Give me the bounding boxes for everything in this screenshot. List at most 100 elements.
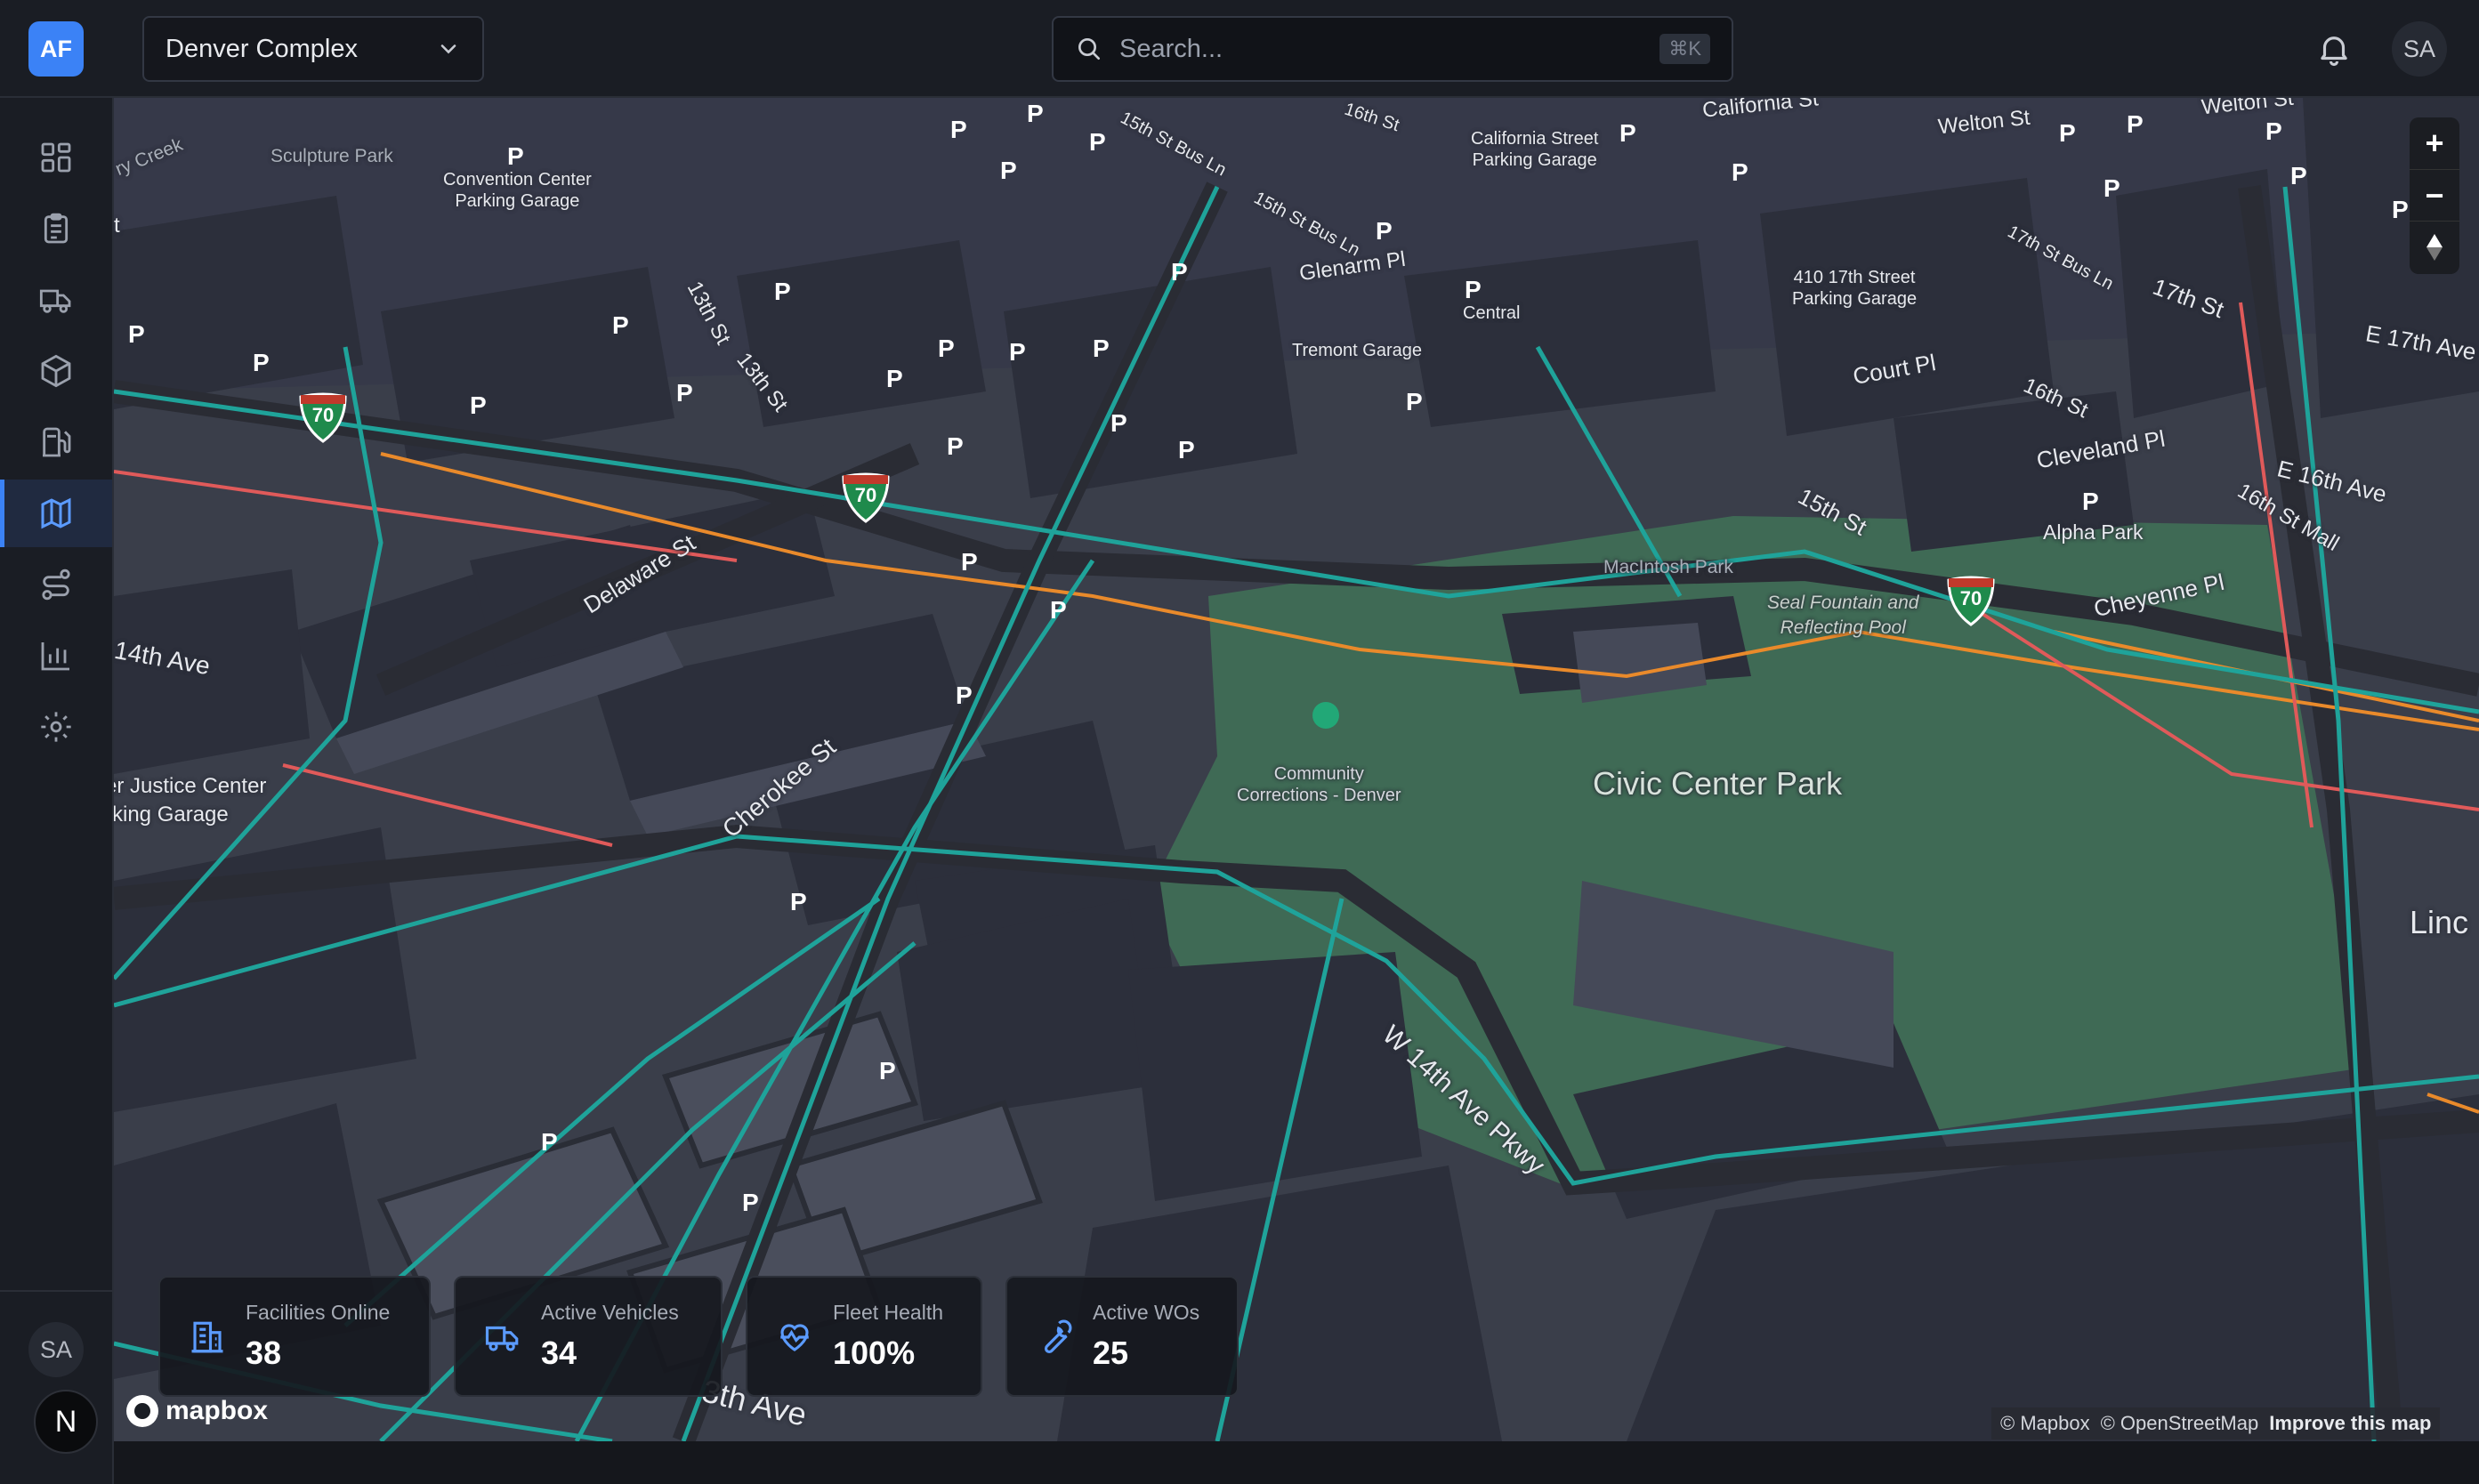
parking-marker[interactable]: P [2082, 488, 2099, 516]
parking-marker[interactable]: P [470, 391, 487, 420]
search-shortcut-badge: ⌘K [1659, 34, 1710, 64]
sidebar-item-dashboard[interactable] [0, 124, 112, 191]
user-avatar[interactable]: SA [2392, 21, 2447, 77]
mapbox-logo[interactable]: mapbox [126, 1393, 268, 1429]
package-icon [41, 354, 71, 388]
stat-card-vehicles[interactable]: Active Vehicles 34 [454, 1276, 723, 1397]
stat-value: 25 [1093, 1335, 1129, 1371]
mapbox-logo-text: mapbox [166, 1396, 269, 1425]
sidebar: SA N [0, 98, 114, 1484]
search-bar[interactable]: Search... ⌘K [1052, 16, 1733, 82]
parking-marker[interactable]: P [2059, 119, 2076, 148]
zoom-controls: + − [2410, 117, 2459, 274]
sidebar-item-inventory[interactable] [0, 337, 112, 405]
stat-value: 38 [246, 1335, 282, 1371]
parking-marker[interactable]: P [879, 1057, 896, 1085]
parking-marker[interactable]: P [507, 142, 524, 171]
sidebar-item-routes[interactable] [0, 551, 112, 618]
parking-marker[interactable]: P [1009, 338, 1026, 367]
stat-label: Facilities Online [246, 1301, 391, 1324]
parking-marker[interactable]: P [1093, 335, 1110, 363]
map-label-410-garage: 410 17th Street Parking Garage [1792, 268, 1918, 309]
stat-card-work-orders[interactable]: Active WOs 25 [1005, 1276, 1239, 1397]
sidebar-user-avatar[interactable]: SA [28, 1322, 84, 1377]
parking-marker[interactable]: P [541, 1128, 558, 1157]
brand-logo[interactable]: AF [28, 21, 84, 77]
parking-marker[interactable]: P [1000, 157, 1017, 185]
site-selector-value: Denver Complex [166, 34, 358, 63]
parking-marker[interactable]: P [1027, 100, 1044, 128]
sidebar-item-map[interactable] [0, 480, 112, 547]
parking-marker[interactable]: P [947, 432, 964, 461]
attribution-mapbox[interactable]: © Mapbox [2000, 1412, 2090, 1435]
parking-marker[interactable]: P [128, 320, 145, 349]
attribution-osm[interactable]: © OpenStreetMap [2101, 1412, 2259, 1435]
parking-marker[interactable]: P [612, 311, 629, 340]
parking-marker[interactable]: P [2104, 174, 2120, 203]
stat-card-fleet-health[interactable]: Fleet Health 100% [746, 1276, 982, 1397]
parking-marker[interactable]: P [2265, 117, 2282, 146]
map-label-convention-center: Convention Center Parking Garage [443, 170, 592, 211]
dashboard-icon [41, 142, 71, 173]
dev-badge[interactable]: N [34, 1390, 98, 1454]
parking-marker[interactable]: P [790, 888, 807, 916]
parking-marker[interactable]: P [1089, 128, 1106, 157]
parking-marker[interactable]: P [950, 116, 967, 144]
stat-value: 100% [833, 1335, 916, 1371]
stat-label: Active WOs [1093, 1301, 1200, 1324]
heart-pulse-icon [780, 1324, 809, 1351]
bell-icon[interactable] [2315, 28, 2353, 69]
stat-card-facilities[interactable]: Facilities Online 38 [158, 1276, 431, 1397]
site-selector[interactable]: Denver Complex [142, 16, 484, 82]
parking-marker[interactable]: P [1171, 258, 1188, 286]
sidebar-item-reports[interactable] [0, 622, 112, 690]
parking-marker[interactable]: P [1732, 158, 1748, 187]
sidebar-item-work-orders[interactable] [0, 195, 112, 262]
bar-chart-icon [41, 642, 69, 671]
route-icon [42, 569, 70, 601]
parking-marker[interactable]: P [1619, 119, 1636, 148]
map-icon [41, 497, 71, 529]
zoom-out-button[interactable]: − [2410, 169, 2459, 221]
truck-icon [485, 1326, 519, 1351]
parking-marker[interactable]: P [961, 548, 978, 577]
compass-button[interactable] [2410, 221, 2459, 272]
map-label-macintosh-park: MacIntosh Park [1603, 557, 1733, 577]
compass-icon [2427, 233, 2443, 261]
mapbox-logo-icon [126, 1395, 158, 1427]
sidebar-item-settings[interactable] [0, 693, 112, 761]
parking-marker[interactable]: P [956, 682, 973, 710]
parking-marker[interactable]: P [2127, 110, 2144, 139]
parking-marker[interactable]: P [2392, 196, 2409, 224]
sidebar-item-vehicles[interactable] [0, 266, 112, 334]
parking-marker[interactable]: P [938, 335, 955, 363]
parking-marker[interactable]: P [253, 349, 270, 377]
parking-marker[interactable]: P [2290, 162, 2307, 190]
parking-marker[interactable]: P [742, 1189, 759, 1217]
search-input[interactable]: Search... [1119, 35, 1223, 64]
parking-marker[interactable]: P [676, 379, 693, 407]
map-label-central: Central [1463, 303, 1521, 323]
parking-marker[interactable]: P [1050, 596, 1067, 625]
improve-map-link[interactable]: Improve this map [2269, 1412, 2431, 1435]
parking-marker[interactable]: P [886, 365, 903, 393]
parking-marker[interactable]: P [1406, 388, 1423, 416]
sidebar-item-fuel[interactable] [0, 408, 112, 476]
parking-marker[interactable]: P [1110, 409, 1127, 438]
parking-marker[interactable]: P [1376, 217, 1393, 246]
parking-marker[interactable]: P [1465, 276, 1482, 304]
fuel-pump-icon [43, 427, 71, 457]
map-label-civic-center-park: Civic Center Park [1593, 765, 1843, 802]
map-label-sculpture-park: Sculpture Park [271, 146, 393, 166]
map-canvas[interactable]: Sculpture Park ry Creek Convention Cente… [114, 98, 2479, 1441]
map-label-tremont-garage: Tremont Garage [1292, 341, 1422, 360]
app-root: AF Denver Complex Search... ⌘K SA SA N S… [0, 0, 2479, 1484]
zoom-in-button[interactable]: + [2410, 117, 2459, 169]
sidebar-divider [0, 1290, 112, 1292]
map-label-t: t [114, 214, 120, 238]
parking-marker[interactable]: P [1178, 436, 1195, 464]
stat-label: Fleet Health [833, 1301, 944, 1324]
map-bottom-strip [114, 1441, 2479, 1484]
parking-marker[interactable]: P [774, 278, 791, 306]
clipboard-icon [44, 213, 69, 244]
